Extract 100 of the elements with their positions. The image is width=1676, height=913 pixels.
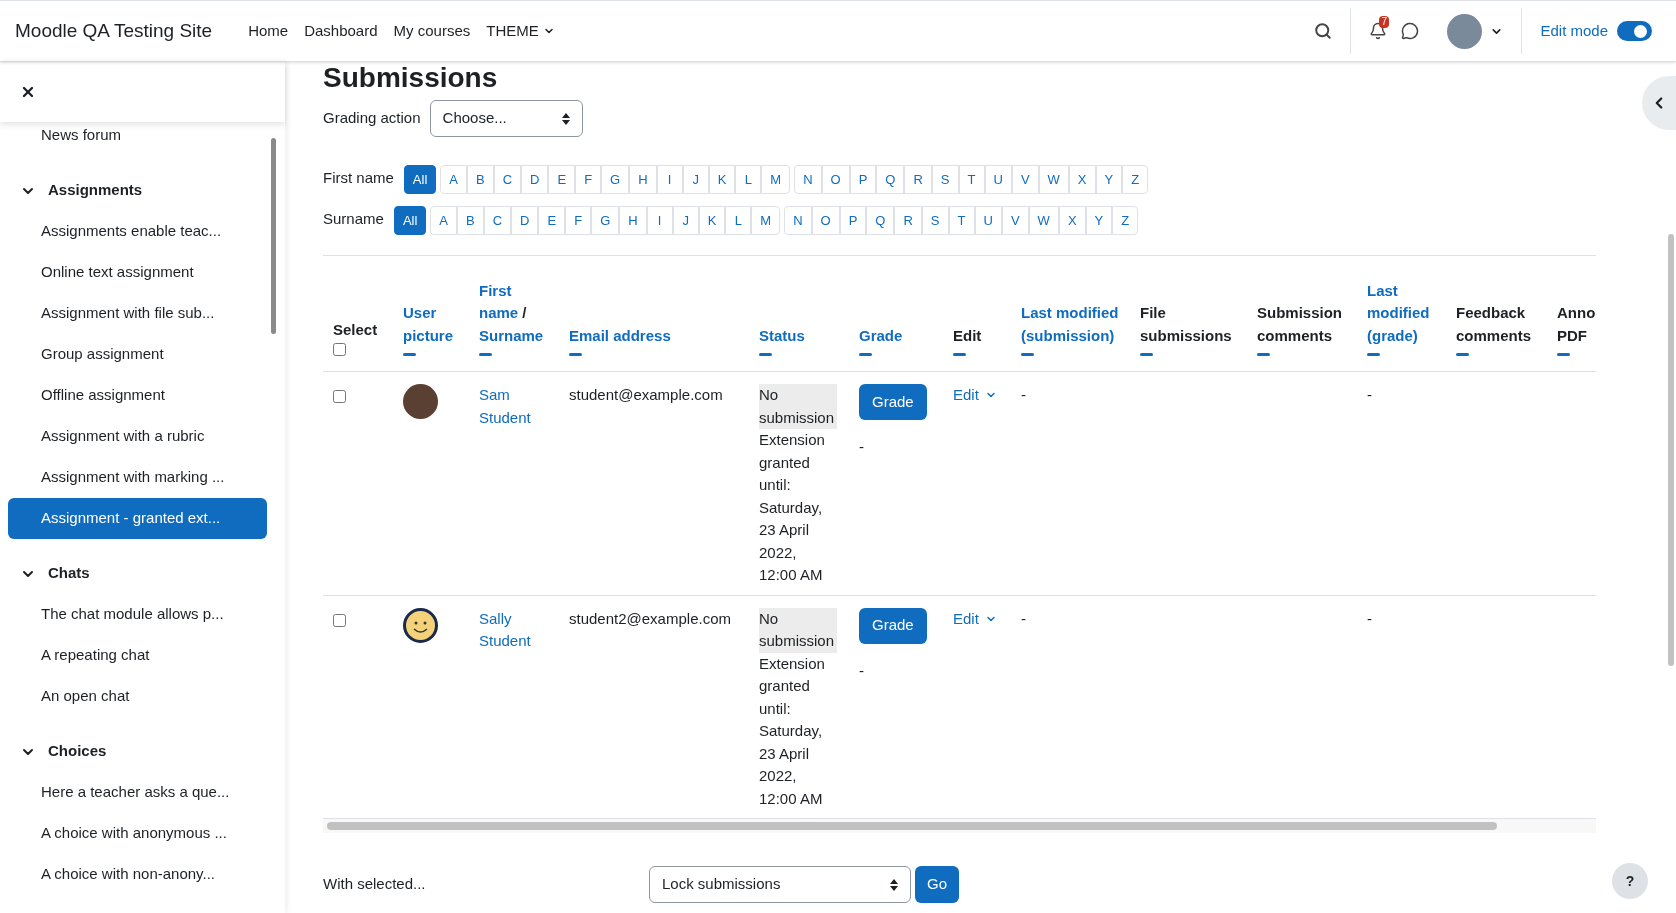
course-item-link[interactable]: An open chat: [8, 676, 267, 717]
initial-filter-button[interactable]: I: [656, 165, 683, 194]
initial-filter-button[interactable]: U: [984, 165, 1012, 194]
initial-filter-button[interactable]: J: [682, 165, 709, 194]
grade-button[interactable]: Grade: [859, 607, 927, 644]
row-checkbox[interactable]: [333, 390, 346, 403]
course-item-link[interactable]: News forum: [8, 115, 267, 156]
initial-filter-button[interactable]: O: [811, 206, 840, 235]
column-header[interactable]: User picture: [403, 302, 459, 347]
initial-filter-button[interactable]: N: [794, 165, 822, 194]
initial-filter-button[interactable]: V: [1011, 165, 1039, 194]
edit-menu-button[interactable]: Edit: [953, 607, 997, 630]
grading-action-select[interactable]: Choose...: [429, 100, 583, 137]
initial-filter-button[interactable]: X: [1068, 165, 1096, 194]
course-item-link[interactable]: Assignment - granted ext...: [8, 498, 267, 539]
student-name-link[interactable]: Sam Student: [479, 384, 549, 429]
initial-filter-button[interactable]: T: [948, 206, 975, 235]
course-item-link[interactable]: Assignment with marking ...: [8, 457, 267, 498]
drawer-toggle-button[interactable]: [1642, 76, 1676, 130]
initial-filter-button[interactable]: L: [735, 165, 762, 194]
initial-filter-button[interactable]: B: [457, 206, 484, 235]
site-name[interactable]: Moodle QA Testing Site: [15, 16, 213, 46]
initial-filter-button[interactable]: R: [904, 165, 932, 194]
initial-filter-button[interactable]: W: [1028, 206, 1059, 235]
nav-link[interactable]: My courses: [393, 19, 471, 43]
initial-filter-button[interactable]: H: [619, 206, 647, 235]
initial-filter-button[interactable]: A: [440, 165, 467, 194]
initial-filter-button[interactable]: H: [629, 165, 657, 194]
nav-menu[interactable]: THEME: [486, 19, 555, 43]
course-item-link[interactable]: Online text assignment: [8, 252, 267, 293]
row-checkbox[interactable]: [333, 613, 346, 627]
initial-filter-button[interactable]: Q: [866, 206, 895, 235]
user-avatar[interactable]: [1447, 13, 1483, 49]
initial-filter-button[interactable]: K: [708, 165, 736, 194]
chat-icon[interactable]: [1401, 22, 1420, 40]
initial-filter-button[interactable]: Q: [876, 165, 905, 194]
section-header[interactable]: Chats: [0, 553, 90, 594]
column-header[interactable]: Last modified (grade): [1367, 279, 1436, 347]
course-item-link[interactable]: Assignment with a rubric: [8, 416, 267, 457]
bulk-action-select[interactable]: Lock submissions: [649, 866, 911, 903]
initial-filter-button[interactable]: V: [1001, 206, 1029, 235]
initial-filter-button[interactable]: D: [521, 165, 549, 194]
initial-filter-button[interactable]: E: [538, 206, 566, 235]
course-item-link[interactable]: Offline assignment: [8, 375, 267, 416]
initial-filter-button[interactable]: D: [511, 206, 539, 235]
initial-filter-button[interactable]: X: [1058, 206, 1086, 235]
initial-filter-button[interactable]: I: [646, 206, 673, 235]
section-header[interactable]: Assignments: [0, 170, 143, 211]
student-name-link[interactable]: Sally Student: [479, 607, 549, 653]
initial-filter-button[interactable]: P: [849, 165, 877, 194]
course-item-link[interactable]: Here a teacher asks a que...: [8, 772, 267, 813]
initial-filter-button[interactable]: L: [725, 206, 752, 235]
initial-filter-button[interactable]: M: [751, 206, 781, 235]
initial-filter-button[interactable]: C: [483, 206, 512, 235]
column-header[interactable]: First name / Surname: [479, 279, 549, 347]
initial-filter-button[interactable]: J: [672, 206, 699, 235]
course-item-link[interactable]: A repeating chat: [8, 635, 267, 676]
initial-filter-button[interactable]: P: [839, 206, 867, 235]
edit-mode-toggle[interactable]: [1617, 21, 1652, 41]
course-item-link[interactable]: The chat module allows p...: [8, 594, 267, 635]
column-header[interactable]: Grade: [859, 324, 933, 347]
column-header[interactable]: Email address: [569, 324, 739, 347]
sidebar-scrollbar[interactable]: [271, 138, 276, 334]
nav-link[interactable]: Dashboard: [304, 19, 378, 43]
initial-filter-button[interactable]: G: [591, 206, 620, 235]
initial-filter-button[interactable]: C: [493, 165, 522, 194]
initial-filter-button[interactable]: M: [761, 165, 791, 194]
horizontal-scrollbar[interactable]: [327, 822, 1497, 830]
initial-filter-button[interactable]: T: [958, 165, 985, 194]
select-all-checkbox[interactable]: [333, 343, 346, 356]
initial-filter-button[interactable]: Z: [1122, 165, 1149, 194]
initial-filter-button[interactable]: F: [565, 206, 592, 235]
initial-filter-button[interactable]: Z: [1112, 206, 1139, 235]
initial-filter-button[interactable]: N: [784, 206, 812, 235]
section-header[interactable]: Choices: [0, 731, 107, 772]
vertical-scrollbar[interactable]: [1668, 234, 1674, 666]
initial-filter-button[interactable]: K: [698, 206, 726, 235]
initial-filter-button[interactable]: All: [403, 165, 437, 194]
initial-filter-button[interactable]: Y: [1095, 165, 1123, 194]
column-header[interactable]: Status: [759, 324, 839, 347]
nav-link[interactable]: Home: [248, 19, 289, 43]
course-item-link[interactable]: Assignments enable teac...: [8, 211, 267, 252]
edit-menu-button[interactable]: Edit: [953, 384, 997, 407]
initial-filter-button[interactable]: R: [894, 206, 922, 235]
initial-filter-button[interactable]: S: [931, 165, 959, 194]
course-item-link[interactable]: A choice with non-anony...: [8, 854, 267, 895]
help-button[interactable]: ?: [1612, 863, 1648, 899]
go-button[interactable]: Go: [915, 866, 959, 903]
initial-filter-button[interactable]: E: [548, 165, 576, 194]
initial-filter-button[interactable]: All: [393, 206, 427, 235]
search-icon[interactable]: [1314, 22, 1333, 40]
grade-button[interactable]: Grade: [859, 384, 927, 420]
initial-filter-button[interactable]: O: [821, 165, 850, 194]
initial-filter-button[interactable]: Y: [1085, 206, 1113, 235]
initial-filter-button[interactable]: F: [575, 165, 602, 194]
course-item-link[interactable]: Assignment with file sub...: [8, 293, 267, 334]
initial-filter-button[interactable]: G: [601, 165, 630, 194]
column-header[interactable]: Last modified (submission): [1021, 302, 1120, 347]
initial-filter-button[interactable]: S: [921, 206, 949, 235]
initial-filter-button[interactable]: W: [1038, 165, 1069, 194]
